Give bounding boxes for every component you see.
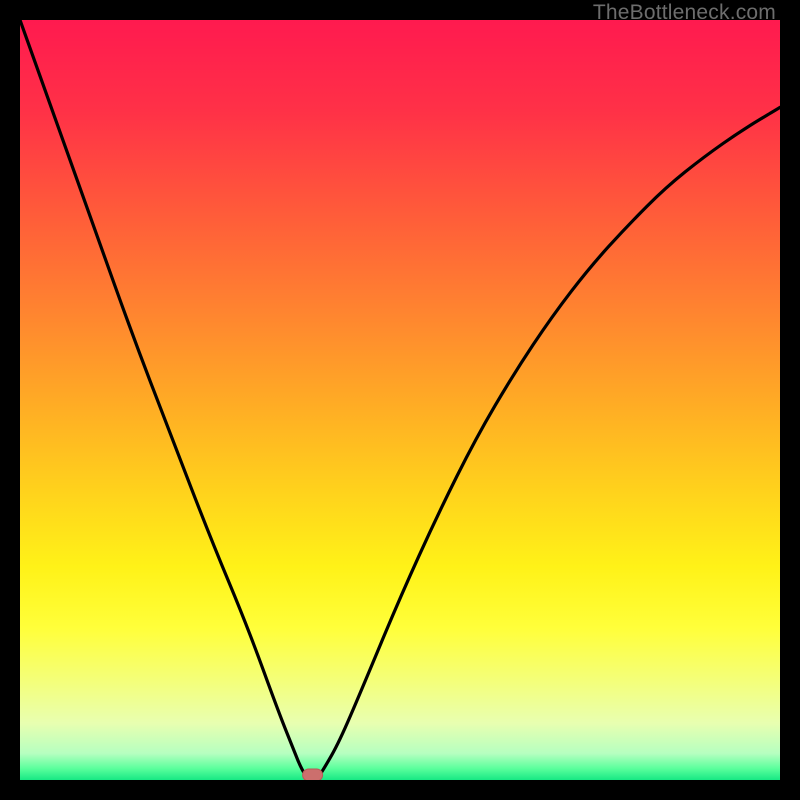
optimal-marker (303, 769, 323, 780)
bottleneck-chart (20, 20, 780, 780)
chart-frame (20, 20, 780, 780)
gradient-background (20, 20, 780, 780)
watermark-text: TheBottleneck.com (593, 1, 776, 25)
